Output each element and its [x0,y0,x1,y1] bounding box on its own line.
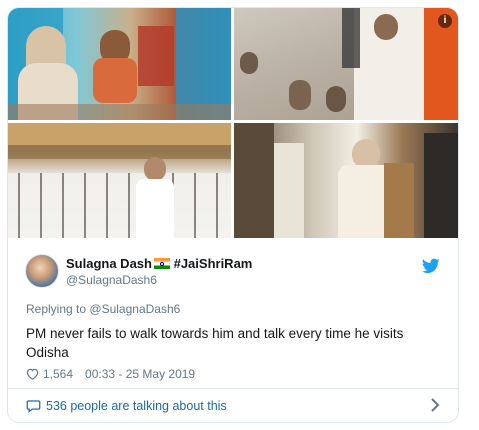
author-name-suffix[interactable]: #JaiShriRam [174,256,253,271]
author-name-line[interactable]: Sulagna Dash #JaiShriRam [66,256,252,271]
chevron-right-icon[interactable] [430,397,440,413]
avatar[interactable] [25,254,59,288]
replying-prefix: Replying to [26,302,87,316]
tweet-text: PM never fails to walk towards him and t… [26,326,404,360]
photo-pm-meeting[interactable] [234,123,458,238]
tweet-header: Sulagna Dash #JaiShriRam @SulagnaDash6 [8,244,458,294]
conversation-footer[interactable]: 536 people are talking about this [8,389,458,422]
twitter-bird-icon[interactable] [422,258,440,274]
india-flag-icon [153,258,170,269]
info-icon[interactable]: i [438,14,452,28]
photo-grid: i [8,8,458,238]
photo-man-praying[interactable] [8,8,231,120]
talking-count-link[interactable]: 536 people are talking about this [46,399,227,413]
tweet-card[interactable]: i Sulagna Dash #JaiShriRam @SulagnaDash6 [7,7,459,423]
like-count[interactable]: 1,564 [43,367,73,381]
heart-icon[interactable] [26,368,39,380]
photo-monkeys[interactable]: i [234,8,458,120]
author-handle[interactable]: @SulagnaDash6 [66,273,157,287]
photo-students[interactable] [8,123,231,238]
timestamp[interactable]: 00:33 - 25 May 2019 [85,367,195,381]
author-name[interactable]: Sulagna Dash [66,256,152,271]
replying-to: Replying to @SulagnaDash6 [26,302,180,316]
replying-to-link[interactable]: @SulagnaDash6 [89,302,180,316]
speech-bubble-icon [26,400,41,413]
tweet-meta: 1,564 00:33 - 25 May 2019 [26,367,195,381]
